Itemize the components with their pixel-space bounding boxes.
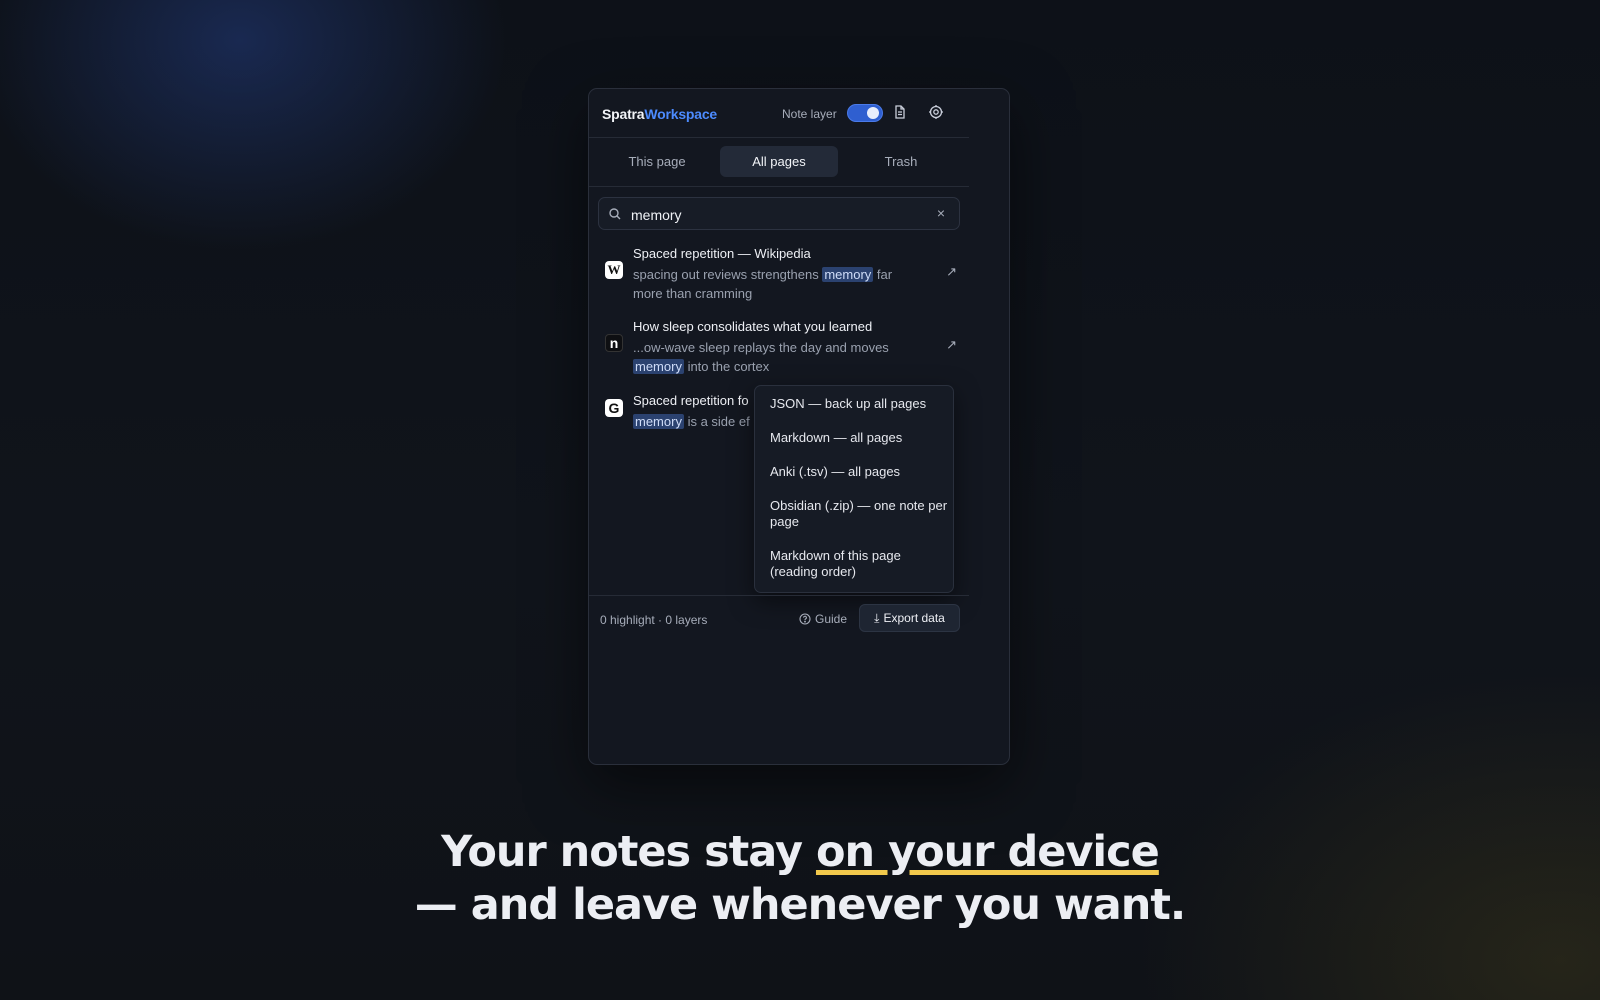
document-icon[interactable]	[892, 104, 908, 120]
headline-line2: — and leave whenever you want.	[414, 880, 1186, 930]
open-link-icon[interactable]: ↗	[946, 264, 957, 280]
result-snippet: ...ow-wave sleep replays the day and mov…	[633, 338, 923, 376]
note-layer-toggle[interactable]	[847, 104, 883, 122]
export-json-option[interactable]: JSON — back up all pages	[770, 396, 948, 412]
export-markdown-all-option[interactable]: Markdown — all pages	[770, 430, 948, 446]
guide-label: Guide	[815, 612, 848, 626]
wikipedia-icon: W	[605, 261, 623, 279]
panel-header: SpatraWorkspace Note layer	[589, 89, 969, 138]
help-icon	[799, 613, 811, 625]
download-icon: ⤓	[874, 611, 880, 625]
tab-bar: This page All pages Trash	[589, 137, 969, 187]
snippet-text: is a side ef	[683, 414, 750, 429]
open-link-icon[interactable]: ↗	[946, 337, 957, 353]
export-menu: JSON — back up all pages Markdown — all …	[754, 385, 954, 593]
brand-logo: SpatraWorkspace	[602, 106, 717, 122]
toggle-knob	[867, 107, 879, 119]
snippet-text: spacing out reviews strengthens	[633, 267, 823, 282]
search-icon	[608, 207, 622, 221]
search-match: memory	[633, 359, 684, 374]
workspace-panel: SpatraWorkspace Note layer This page All…	[588, 88, 1010, 765]
search-input[interactable]	[629, 204, 923, 226]
export-markdown-page-option[interactable]: Markdown of this page (reading order)	[770, 548, 948, 580]
chatgpt-icon: G	[605, 399, 623, 417]
note-layer-label: Note layer	[782, 107, 837, 121]
guide-button[interactable]: Guide	[799, 612, 847, 626]
brand-name-part2: Workspace	[644, 106, 718, 122]
result-title: How sleep consolidates what you learned	[633, 319, 873, 334]
search-match: memory	[822, 267, 874, 282]
headline-line1: Your notes stay	[441, 827, 816, 877]
tab-all-pages[interactable]: All pages	[720, 146, 838, 177]
settings-icon[interactable]	[928, 104, 944, 120]
search-match: memory	[633, 414, 684, 429]
panel-footer: 0 highlight · 0 layers Guide ⤓ Export dat…	[589, 595, 969, 640]
export-label: Export data	[883, 611, 945, 625]
result-title: Spaced repetition fo	[633, 393, 749, 408]
brand-name-part1: Spatra	[602, 106, 645, 122]
search-box: ×	[598, 197, 960, 230]
export-data-button[interactable]: ⤓ Export data	[859, 604, 960, 632]
tab-this-page[interactable]: This page	[598, 146, 716, 177]
headline-underlined: on your device	[815, 827, 1160, 877]
notion-icon: n	[605, 334, 623, 352]
result-title: Spaced repetition — Wikipedia	[633, 246, 811, 261]
export-obsidian-option[interactable]: Obsidian (.zip) — one note per page	[770, 498, 948, 530]
clear-search-icon[interactable]: ×	[937, 205, 945, 221]
tab-trash[interactable]: Trash	[842, 146, 960, 177]
snippet-text: ...ow-wave sleep replays the day and mov…	[633, 340, 889, 355]
export-anki-option[interactable]: Anki (.tsv) — all pages	[770, 464, 948, 480]
snippet-text: into the cortex	[683, 359, 770, 374]
status-text: 0 highlight · 0 layers	[600, 613, 708, 627]
hero-headline: Your notes stay on your device — and lea…	[0, 826, 1600, 932]
result-snippet: spacing out reviews strengthens memory f…	[633, 265, 923, 303]
